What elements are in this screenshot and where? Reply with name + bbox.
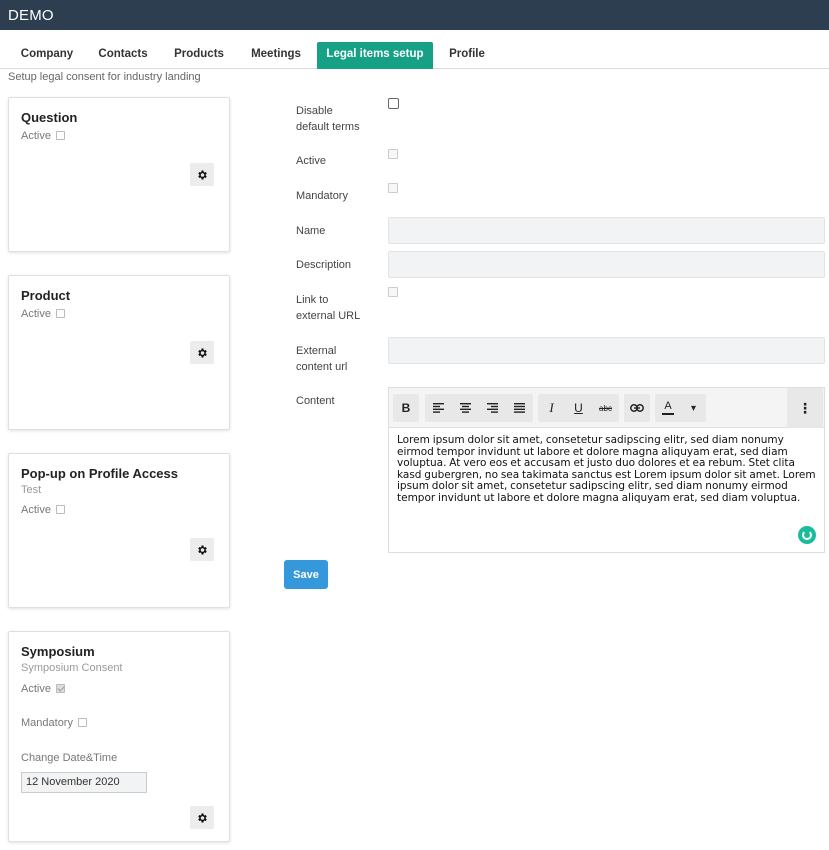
name-label: Name: [296, 225, 326, 237]
link-icon: [630, 404, 644, 412]
link-external-url-label: Link to external URL: [296, 294, 361, 322]
external-content-url-label: External content url: [296, 345, 348, 373]
name-input[interactable]: [388, 217, 825, 244]
card-title: Pop-up on Profile Access: [21, 466, 178, 481]
gear-icon: [198, 545, 207, 554]
card-active-checkbox[interactable]: [56, 309, 66, 318]
card-active-label: Active: [21, 504, 51, 516]
toolbar-group-align: [425, 394, 533, 422]
tab-legal-items-setup[interactable]: Legal items setup: [317, 42, 433, 69]
link-external-url-checkbox[interactable]: [388, 287, 398, 297]
tab-company[interactable]: Company: [8, 42, 86, 69]
bold-button[interactable]: B: [393, 394, 419, 422]
link-button[interactable]: [624, 394, 650, 422]
active-checkbox[interactable]: [388, 149, 398, 159]
card-subtitle: Test: [21, 484, 42, 496]
card-settings-button[interactable]: [190, 341, 214, 364]
change-date-input[interactable]: 12 November 2020: [21, 772, 147, 793]
description-input[interactable]: [388, 251, 825, 278]
align-left-icon: [433, 403, 444, 413]
card-settings-button[interactable]: [190, 163, 214, 186]
card-title: Question: [21, 110, 78, 125]
tab-meetings[interactable]: Meetings: [240, 42, 312, 69]
save-button[interactable]: Save: [284, 560, 328, 589]
card-title: Product: [21, 288, 71, 303]
grammar-check-spinner-icon: [798, 526, 816, 544]
align-center-button[interactable]: [452, 394, 479, 422]
top-bar: DEMO: [0, 0, 829, 30]
underline-button[interactable]: U: [565, 394, 592, 422]
tab-profile[interactable]: Profile: [438, 42, 496, 69]
card-change-datetime-label: Change Date&Time: [21, 752, 118, 764]
card-active-label: Active: [21, 683, 51, 695]
disable-default-terms-checkbox[interactable]: [388, 98, 399, 109]
active-label: Active: [296, 155, 326, 167]
mandatory-checkbox[interactable]: [388, 183, 398, 193]
card-active-label: Active: [21, 130, 51, 142]
toolbar-group-more: ⋮: [787, 388, 823, 428]
strikethrough-button[interactable]: abc: [592, 394, 619, 422]
align-right-icon: [487, 403, 498, 413]
italic-button[interactable]: I: [538, 394, 565, 422]
font-color-dropdown[interactable]: ▾: [681, 394, 706, 422]
tab-bar: Company Contacts Products Meetings Legal…: [0, 42, 829, 69]
content-text-area[interactable]: Lorem ipsum dolor sit amet, consetetur s…: [397, 434, 817, 504]
gear-icon: [198, 813, 207, 822]
card-mandatory-label: Mandatory: [21, 717, 73, 729]
toolbar-group-font-color: A ▾: [655, 394, 706, 422]
external-content-url-input[interactable]: [388, 337, 825, 364]
app-title: DEMO: [8, 7, 54, 24]
card-active-row: Active: [21, 683, 66, 695]
card-active-row: Active: [21, 130, 66, 142]
legal-item-card-question: Question Active: [8, 97, 230, 252]
align-justify-icon: [514, 403, 525, 413]
editor-toolbar: B I U abc A ▾ ⋮: [389, 388, 824, 428]
card-active-checkbox[interactable]: [56, 505, 66, 514]
description-label: Description: [296, 259, 352, 271]
card-mandatory-checkbox[interactable]: [78, 718, 88, 727]
page-subtitle: Setup legal consent for industry landing: [8, 71, 201, 83]
align-right-button[interactable]: [479, 394, 506, 422]
toolbar-group-format: I U abc: [538, 394, 619, 422]
card-active-row: Active: [21, 504, 66, 516]
toolbar-group-link: [624, 394, 650, 422]
gear-icon: [198, 348, 207, 357]
card-subtitle: Symposium Consent: [21, 662, 123, 674]
align-center-icon: [460, 403, 471, 413]
tab-contacts[interactable]: Contacts: [88, 42, 158, 69]
tab-products[interactable]: Products: [163, 42, 235, 69]
card-active-label: Active: [21, 308, 51, 320]
font-color-swatch: [662, 413, 674, 415]
more-options-button[interactable]: ⋮: [787, 388, 823, 428]
card-settings-button[interactable]: [190, 538, 214, 561]
card-active-checkbox[interactable]: [56, 684, 66, 693]
font-color-button[interactable]: A: [655, 394, 681, 422]
card-active-checkbox[interactable]: [56, 131, 66, 140]
legal-item-card-product: Product Active: [8, 275, 230, 430]
content-editor: B I U abc A ▾ ⋮ Lorem ipsum dolor sit am…: [388, 387, 825, 553]
legal-item-card-symposium: Symposium Symposium Consent Active Manda…: [8, 631, 230, 842]
card-settings-button[interactable]: [190, 806, 214, 829]
card-mandatory-row: Mandatory: [21, 717, 88, 729]
align-justify-button[interactable]: [506, 394, 533, 422]
mandatory-label: Mandatory: [296, 190, 348, 202]
align-left-button[interactable]: [425, 394, 452, 422]
font-color-icon: A: [664, 400, 672, 412]
gear-icon: [198, 170, 207, 179]
content-label: Content: [296, 395, 335, 407]
disable-default-terms-label: Disable default terms: [296, 105, 360, 133]
toolbar-group-bold: B: [393, 394, 419, 422]
card-title: Symposium: [21, 644, 95, 659]
legal-item-card-popup-profile-access: Pop-up on Profile Access Test Active: [8, 453, 230, 608]
card-active-row: Active: [21, 308, 66, 320]
